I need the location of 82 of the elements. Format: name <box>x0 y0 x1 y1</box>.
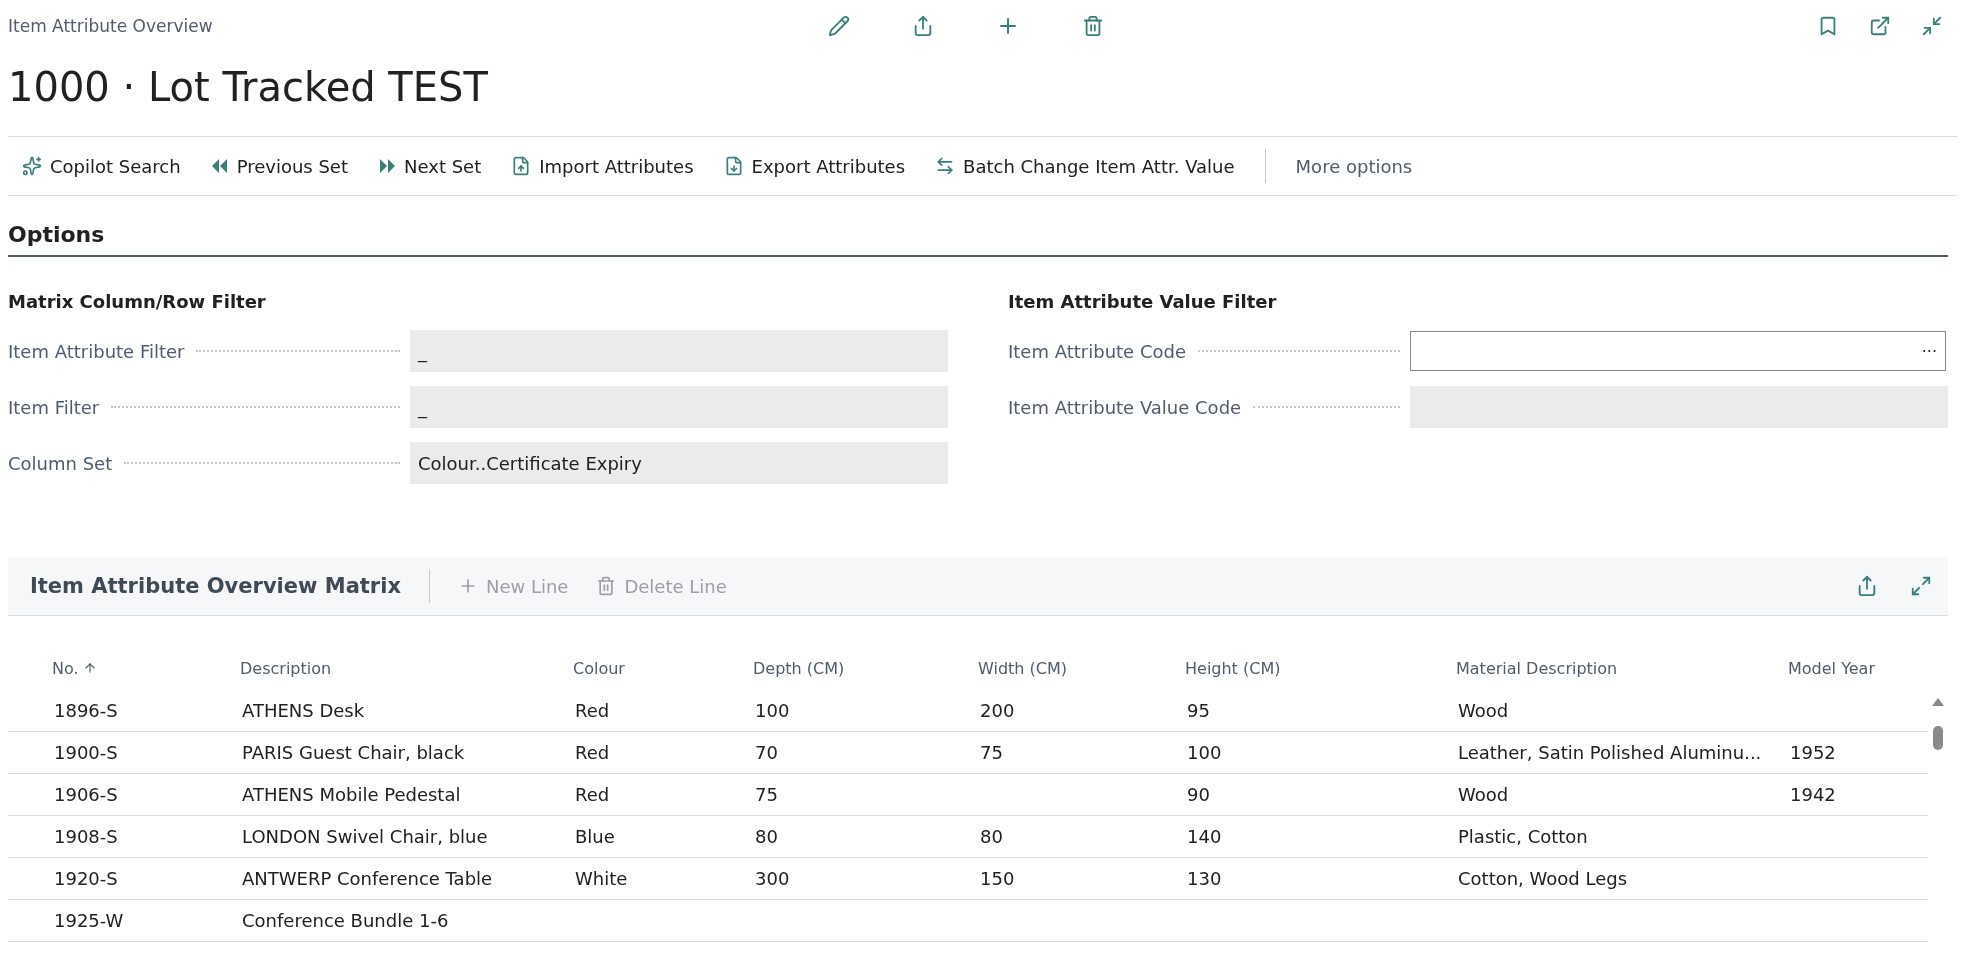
table-cell-text: 100 <box>754 700 791 721</box>
table-cell-text: 140 <box>1186 826 1223 847</box>
table-cell-text: 130 <box>1186 868 1223 889</box>
more-options-button[interactable]: More options <box>1295 155 1413 177</box>
table-cell-text: 150 <box>979 868 1016 889</box>
delete-icon[interactable] <box>1082 15 1104 37</box>
column-header[interactable]: Description <box>232 658 565 678</box>
field-label: Item Attribute Filter <box>8 340 185 362</box>
input-field[interactable]: Colour..Certificate Expiry <box>410 442 948 484</box>
table-cell-text: 75 <box>754 784 779 805</box>
table-cell-text: 75 <box>979 742 1004 763</box>
action-button[interactable]: Export Attributes <box>723 155 906 177</box>
column-header[interactable]: Model Year <box>1780 658 1928 678</box>
column-header[interactable]: Width (CM) <box>970 658 1177 678</box>
table-cell-text: Red <box>574 784 611 805</box>
table-cell-text: ATHENS Desk <box>241 700 366 721</box>
open-new-window-icon[interactable] <box>1869 15 1891 37</box>
previous-icon <box>210 158 229 174</box>
field-label: Item Filter <box>8 396 100 418</box>
table-cell-text: White <box>574 868 629 889</box>
column-header[interactable]: Height (CM) <box>1177 658 1448 678</box>
delete-line-icon <box>596 576 617 596</box>
table-cell-text: 80 <box>979 826 1004 847</box>
section-title: Options <box>8 196 1948 257</box>
table-cell-text: Conference Bundle 1-6 <box>241 910 450 931</box>
table-cell-text: Wood <box>1457 700 1510 721</box>
table-cell-text: 90 <box>1186 784 1211 805</box>
table-cell-text: LONDON Swivel Chair, blue <box>241 826 489 847</box>
lookup-button[interactable]: ··· <box>1921 341 1937 361</box>
table-cell-text: Leather, Satin Polished Aluminu... <box>1457 742 1763 763</box>
field-label: Item Attribute Code <box>1008 340 1186 362</box>
table-cell-text: 1925-W <box>53 910 125 931</box>
action-button[interactable]: Next Set <box>378 155 482 177</box>
action-button[interactable]: Batch Change Item Attr. Value <box>935 155 1235 177</box>
table-cell-text: 1942 <box>1789 784 1837 805</box>
column-header[interactable]: Colour <box>565 658 745 678</box>
input-field[interactable]: _ <box>410 386 948 428</box>
next-icon <box>378 158 396 174</box>
expand-icon[interactable] <box>1910 575 1932 597</box>
table-cell-text: Blue <box>574 826 616 847</box>
table-cell-text: 1952 <box>1789 742 1837 763</box>
group-title: Matrix Column/Row Filter <box>8 289 267 314</box>
table-cell-text: Wood <box>1457 784 1510 805</box>
page-title: 1000 · Lot Tracked TEST <box>8 63 489 112</box>
action-button[interactable]: Import Attributes <box>511 155 694 177</box>
table-cell-text: 80 <box>754 826 779 847</box>
column-header[interactable]: Depth (CM) <box>745 658 970 678</box>
page-breadcrumb: Item Attribute Overview <box>8 16 214 36</box>
scroll-up-icon[interactable] <box>1932 698 1944 706</box>
table-cell-text: Red <box>574 742 611 763</box>
action-button[interactable]: Copilot Search <box>22 155 181 177</box>
field-label: Column Set <box>8 452 113 474</box>
input-field[interactable]: _ <box>410 330 948 372</box>
share-icon[interactable] <box>1856 575 1878 597</box>
table-cell-text: 1900-S <box>53 742 119 763</box>
field-label: Item Attribute Value Code <box>1008 396 1242 418</box>
table-cell-text: Cotton, Wood Legs <box>1457 868 1629 889</box>
share-icon[interactable] <box>912 15 934 37</box>
table-cell-text: PARIS Guest Chair, black <box>241 742 466 763</box>
table-cell-text: 1906-S <box>53 784 119 805</box>
table-cell-text: 95 <box>1186 700 1211 721</box>
column-header[interactable]: Material Description <box>1448 658 1780 678</box>
table-cell-text: 70 <box>754 742 779 763</box>
column-header[interactable]: No. <box>8 658 232 678</box>
table-cell-text: 1908-S <box>53 826 119 847</box>
table-cell-text: ANTWERP Conference Table <box>241 868 494 889</box>
edit-icon[interactable] <box>828 15 850 37</box>
table-cell-text: 200 <box>979 700 1016 721</box>
sparkle-icon <box>22 156 42 176</box>
input-field[interactable]: ··· <box>1410 331 1946 371</box>
table-cell-text: 300 <box>754 868 791 889</box>
collapse-icon[interactable] <box>1921 15 1943 37</box>
table-cell-text: Plastic, Cotton <box>1457 826 1589 847</box>
table-cell-text: 1920-S <box>53 868 119 889</box>
table-cell-text: 1896-S <box>53 700 119 721</box>
scrollbar-thumb[interactable] <box>1933 726 1943 750</box>
table-cell-text: Red <box>574 700 611 721</box>
table-cell-text: 100 <box>1186 742 1223 763</box>
table-cell-text: ATHENS Mobile Pedestal <box>241 784 462 805</box>
panel-title: Item Attribute Overview Matrix <box>30 574 401 598</box>
action-button[interactable]: Previous Set <box>210 155 348 177</box>
group-title: Item Attribute Value Filter <box>1008 289 1278 314</box>
